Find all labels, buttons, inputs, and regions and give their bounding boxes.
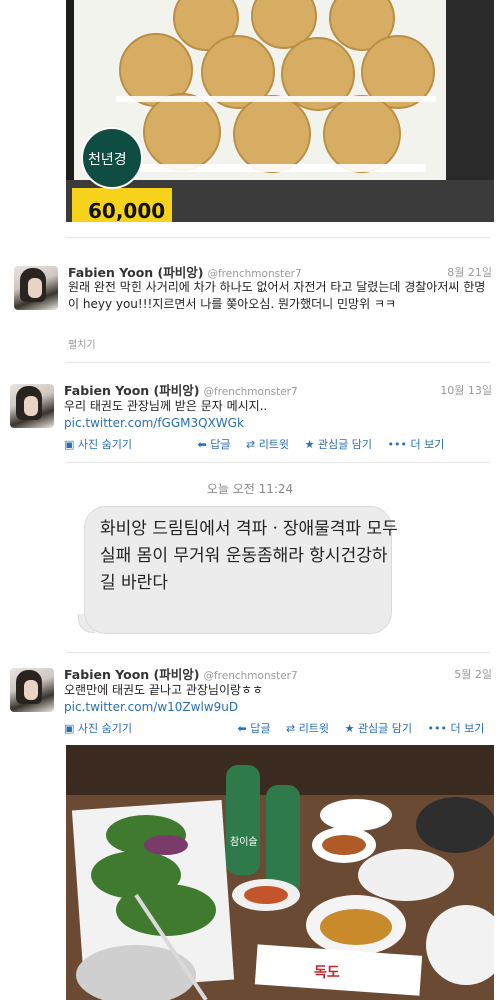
more-button[interactable]: ••• 더 보기 [388,438,451,451]
hide-photo-label: 사진 숨기기 [77,438,132,451]
tweet-header: Fabien Yoon (파비앙) @frenchmonster7 [64,380,298,399]
author-handle[interactable]: @frenchmonster7 [203,386,297,398]
tweet-text: 오랜만에 태권도 끝나고 관장님이랑ㅎㅎ [64,683,264,697]
hide-photo-label: 사진 숨기기 [77,722,132,735]
tweet-text: 원래 완전 막힌 사거리에 차가 하나도 없어서 자전거 타고 달렸는데 경찰아… [68,280,486,311]
tweet-date[interactable]: 8월 21일 [447,264,492,280]
tweet-actions: ▣ 사진 숨기기 ⬅ 답글 ⇄ 리트윗 ★ 관심글 담기 ••• 더 보기 [64,436,456,452]
restaurant-table-photo[interactable]: 참이슬 독도 [66,745,494,1000]
divider [66,462,490,463]
retweet-button[interactable]: ⇄ 리트윗 [246,438,295,451]
hide-photo-button[interactable]: ▣ 사진 숨기기 [64,438,138,451]
pear-gift-box-photo[interactable]: 60,000 천년경 [66,0,494,222]
reply-label: 답글 [210,438,231,451]
retweet-label: 리트윗 [298,722,330,735]
divider [66,652,490,653]
restaurant-table-image: 참이슬 독도 [66,745,494,1000]
retweet-button[interactable]: ⇄ 리트윗 [286,722,335,735]
price-tag-text: 60,000 [88,199,165,222]
package-label: 독도 [314,965,340,981]
reply-button[interactable]: ⬅ 답글 [238,722,277,735]
author-name[interactable]: Fabien Yoon (파비앙) [68,265,203,280]
favorite-label: 관심글 담기 [357,722,413,735]
favorite-button[interactable]: ★ 관심글 담기 [305,438,378,451]
more-label: 더 보기 [450,722,485,735]
more-button[interactable]: ••• 더 보기 [428,722,491,735]
message-text: 화비앙 드림팀에서 격파ㆍ장애물격파 모두실패 몸이 무거워 운동좀해라 항시건… [100,519,398,593]
tweet-header: Fabien Yoon (파비앙) @frenchmonster7 [64,664,298,683]
message-timestamp: 오늘 오전 11:24 [206,482,294,496]
divider [66,362,490,363]
tweet-actions: ▣ 사진 숨기기 ⬅ 답글 ⇄ 리트윗 ★ 관심글 담기 ••• 더 보기 [64,720,496,736]
pear-box-image: 60,000 천년경 [66,0,494,222]
favorite-button[interactable]: ★ 관심글 담기 [345,722,418,735]
favorite-label: 관심글 담기 [317,438,373,451]
expand-link[interactable]: 펼치기 [68,336,96,351]
tweet-date[interactable]: 10월 13일 [440,382,492,398]
author-handle[interactable]: @frenchmonster7 [203,670,297,682]
reply-label: 답글 [250,722,271,735]
hide-photo-button[interactable]: ▣ 사진 숨기기 [64,722,138,735]
bottle-label: 참이슬 [230,836,258,848]
reply-button[interactable]: ⬅ 답글 [198,438,237,451]
author-name[interactable]: Fabien Yoon (파비앙) [64,383,199,398]
avatar[interactable] [14,266,58,310]
retweet-label: 리트윗 [258,438,290,451]
tweet-date[interactable]: 5월 2일 [454,666,492,682]
author-name[interactable]: Fabien Yoon (파비앙) [64,667,199,682]
tweet-photo-link[interactable]: pic.twitter.com/w10Zwlw9uD [64,699,238,716]
avatar[interactable] [10,384,54,428]
more-label: 더 보기 [410,438,445,451]
brand-badge-text: 천년경 [88,152,127,168]
avatar[interactable] [10,668,54,712]
tweet-text: 우리 태권도 관장님께 받은 문자 메시지.. [64,399,268,413]
divider [66,237,490,238]
tweet-photo-link[interactable]: pic.twitter.com/fGGM3QXWGk [64,415,244,432]
